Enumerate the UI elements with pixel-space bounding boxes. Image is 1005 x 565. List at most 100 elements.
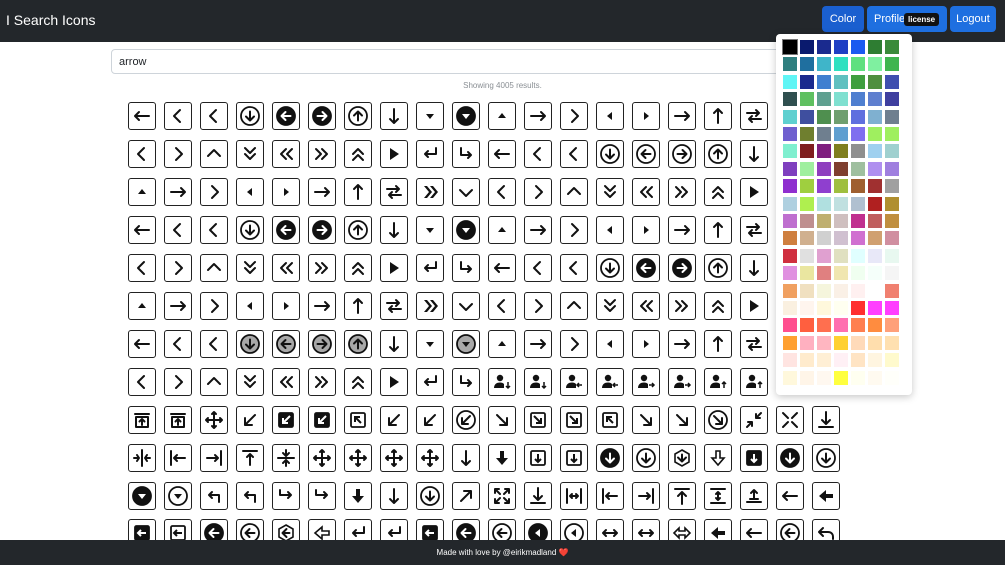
color-swatch[interactable] — [885, 283, 899, 298]
color-swatch[interactable] — [800, 40, 814, 54]
arrow-circle-down-icon[interactable] — [632, 444, 660, 472]
color-swatch[interactable] — [834, 231, 848, 246]
arrow-right-icon[interactable] — [524, 102, 552, 130]
caret-left-icon[interactable] — [236, 178, 264, 206]
color-swatch[interactable] — [851, 92, 865, 107]
return-left-icon[interactable] — [416, 368, 444, 396]
move-icon[interactable] — [308, 444, 336, 472]
arrow-down-right-icon[interactable] — [668, 406, 696, 434]
color-swatch[interactable] — [800, 161, 814, 176]
arrow-down-icon[interactable] — [380, 102, 408, 130]
chevrons-right-icon[interactable] — [668, 178, 696, 206]
color-swatch[interactable] — [817, 318, 831, 333]
color-swatch[interactable] — [885, 370, 899, 385]
color-swatch[interactable] — [817, 74, 831, 89]
color-swatch[interactable] — [868, 214, 882, 228]
color-swatch[interactable] — [783, 283, 797, 298]
color-swatch[interactable] — [800, 57, 814, 72]
color-swatch[interactable] — [851, 283, 865, 298]
arrow-circle-left-fill-icon[interactable] — [272, 102, 300, 130]
color-swatch[interactable] — [783, 335, 797, 350]
color-swatch[interactable] — [868, 335, 882, 350]
arrow-circle-up-icon[interactable] — [704, 254, 732, 282]
color-swatch[interactable] — [868, 109, 882, 124]
color-swatch[interactable] — [783, 266, 797, 281]
color-swatch[interactable] — [885, 179, 899, 194]
color-swatch[interactable] — [817, 92, 831, 107]
arrow-circle-up-icon[interactable] — [704, 140, 732, 168]
box-arrow-down-icon[interactable] — [524, 444, 552, 472]
arrow-right-icon[interactable] — [668, 216, 696, 244]
color-swatch[interactable] — [800, 283, 814, 298]
chevrons-right-icon[interactable] — [668, 292, 696, 320]
arrow-right-icon[interactable] — [524, 330, 552, 358]
color-swatch[interactable] — [834, 370, 848, 385]
box-arrow-down-icon[interactable] — [560, 444, 588, 472]
color-swatch[interactable] — [885, 266, 899, 281]
color-swatch[interactable] — [868, 144, 882, 159]
caret-up-icon[interactable] — [128, 178, 156, 206]
color-swatch[interactable] — [800, 318, 814, 333]
chevron-right-icon[interactable] — [164, 254, 192, 282]
archive-up-icon[interactable] — [164, 406, 192, 434]
arrow-return-down-right-bold-icon[interactable] — [308, 482, 336, 510]
color-swatch[interactable] — [800, 214, 814, 228]
color-swatch[interactable] — [834, 283, 848, 298]
caret-left-icon[interactable] — [236, 292, 264, 320]
arrow-up-icon[interactable] — [704, 330, 732, 358]
color-swatch[interactable] — [868, 92, 882, 107]
color-swatch[interactable] — [783, 301, 797, 315]
color-swatch[interactable] — [885, 92, 899, 107]
arrow-left-right-icon[interactable] — [740, 102, 768, 130]
color-swatch[interactable] — [817, 301, 831, 315]
arrow-left-icon[interactable] — [488, 140, 516, 168]
color-swatch[interactable] — [817, 248, 831, 263]
chevrons-down-icon[interactable] — [236, 140, 264, 168]
arrow-up-right-icon[interactable] — [452, 482, 480, 510]
arrow-left-icon[interactable] — [128, 216, 156, 244]
color-swatch[interactable] — [834, 335, 848, 350]
arrow-circle-left-fill-icon[interactable] — [272, 216, 300, 244]
color-swatch[interactable] — [834, 353, 848, 368]
chevron-left-icon[interactable] — [560, 254, 588, 282]
color-swatch[interactable] — [851, 248, 865, 263]
arrow-circle-right-icon[interactable] — [668, 140, 696, 168]
arrow-down-left-icon[interactable] — [416, 406, 444, 434]
arrow-down-icon[interactable] — [452, 444, 480, 472]
chevrons-up-icon[interactable] — [344, 140, 372, 168]
arrow-circle-down-icon[interactable] — [236, 102, 264, 130]
arrow-circle-down-icon[interactable] — [596, 140, 624, 168]
arrow-circle-up-icon[interactable] — [344, 102, 372, 130]
caret-left-icon[interactable] — [596, 330, 624, 358]
color-swatch[interactable] — [783, 74, 797, 89]
arrow-circle-up-icon[interactable] — [344, 216, 372, 244]
box-arrow-down-right-icon[interactable] — [560, 406, 588, 434]
caret-left-icon[interactable] — [596, 102, 624, 130]
caret-down-icon[interactable] — [416, 102, 444, 130]
color-swatch[interactable] — [782, 39, 798, 55]
chevron-right-icon[interactable] — [560, 102, 588, 130]
color-swatch[interactable] — [851, 74, 865, 89]
color-swatch[interactable] — [868, 196, 882, 211]
arrow-down-right-icon[interactable] — [632, 406, 660, 434]
color-swatch[interactable] — [783, 179, 797, 194]
arrows-collapse-v-icon[interactable] — [272, 444, 300, 472]
color-swatch[interactable] — [834, 266, 848, 281]
color-swatch[interactable] — [817, 57, 831, 72]
arrow-circle-down-gray-icon[interactable] — [236, 330, 264, 358]
caret-down-circle-icon[interactable] — [164, 482, 192, 510]
color-swatch[interactable] — [834, 74, 848, 89]
arrow-circle-down-left-icon[interactable] — [452, 406, 480, 434]
caret-right-icon[interactable] — [632, 102, 660, 130]
chevron-left-icon[interactable] — [200, 216, 228, 244]
color-swatch[interactable] — [783, 161, 797, 176]
arrow-right-icon[interactable] — [164, 178, 192, 206]
arrow-left-bold-icon[interactable] — [812, 482, 840, 510]
color-swatch[interactable] — [851, 144, 865, 159]
color-swatch[interactable] — [817, 40, 831, 54]
chevron-left-icon[interactable] — [128, 254, 156, 282]
arrow-circle-down-fill-icon[interactable] — [596, 444, 624, 472]
chevron-right-icon[interactable] — [200, 178, 228, 206]
color-swatch[interactable] — [800, 196, 814, 211]
user-arrow-up-icon[interactable] — [704, 368, 732, 396]
